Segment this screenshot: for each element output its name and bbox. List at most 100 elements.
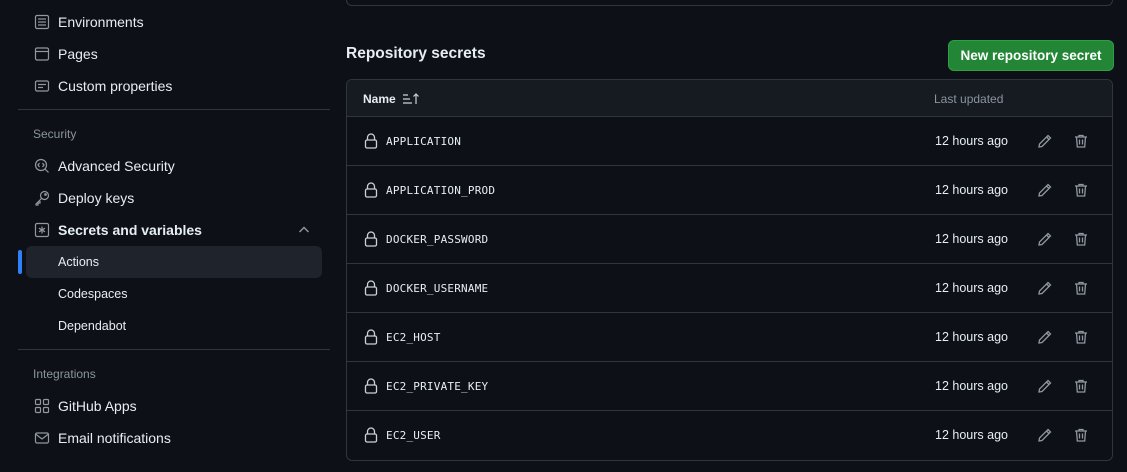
secret-last-updated: 12 hours ago [935,428,1008,442]
secret-name: EC2_HOST [386,331,441,344]
name-column-label: Name [363,92,396,106]
secret-last-updated: 12 hours ago [935,232,1008,246]
secret-last-updated: 12 hours ago [935,281,1008,295]
sidebar-subitem-codespaces[interactable]: Codespaces [26,278,322,310]
sidebar-item-label: Pages [58,46,98,62]
table-body: APPLICATION 12 hours ago APPLICATION_PROD 1… [347,117,1112,460]
delete-secret-button[interactable] [1071,425,1091,445]
sidebar-item-pages[interactable]: Pages [26,39,322,69]
sidebar-item-label: Environments [58,14,144,30]
sidebar-item-github-apps[interactable]: GitHub Apps [26,391,322,421]
edit-secret-button[interactable] [1035,131,1055,151]
trash-icon [1075,281,1087,295]
codescan-icon [34,158,50,174]
pencil-icon [1038,281,1052,295]
section-title-integrations: Integrations [33,367,96,381]
lock-icon [364,280,378,296]
lock-icon [364,182,378,198]
active-indicator [18,250,22,274]
secrets-table: Name Last updated APPLICATION 12 hours ag… [346,79,1113,461]
table-row: EC2_PRIVATE_KEY 12 hours ago [347,362,1112,411]
delete-secret-button[interactable] [1071,327,1091,347]
delete-secret-button[interactable] [1071,131,1091,151]
mail-icon [34,430,50,446]
section-heading: Repository secrets [346,45,486,62]
sidebar-item-secrets-and-variables[interactable]: Secrets and variables [26,215,322,245]
apps-icon [34,398,50,414]
sidebar-item-label: Secrets and variables [58,222,202,238]
sidebar-item-label: Custom properties [58,78,173,94]
edit-secret-button[interactable] [1035,229,1055,249]
secret-last-updated: 12 hours ago [935,379,1008,393]
delete-secret-button[interactable] [1071,278,1091,298]
pages-icon [34,46,50,62]
delete-secret-button[interactable] [1071,229,1091,249]
table-row: DOCKER_PASSWORD 12 hours ago [347,215,1112,264]
delete-secret-button[interactable] [1071,376,1091,396]
sidebar-item-email-notifications[interactable]: Email notifications [26,423,322,453]
secret-name: APPLICATION_PROD [386,184,496,197]
table-row: DOCKER_USERNAME 12 hours ago [347,264,1112,313]
table-row: APPLICATION_PROD 12 hours ago [347,166,1112,215]
table-header: Name Last updated [347,80,1112,117]
trash-icon [1075,134,1087,148]
lock-icon [364,378,378,394]
secret-last-updated: 12 hours ago [935,330,1008,344]
last-updated-column-header: Last updated [934,92,1004,106]
sidebar-subitem-label: Actions [58,255,99,269]
previous-section-box [346,0,1113,6]
name-column-header[interactable]: Name [363,92,420,106]
sidebar-subitem-dependabot[interactable]: Dependabot [26,310,322,342]
key-icon [34,190,50,206]
sidebar-item-label: GitHub Apps [58,398,137,414]
pencil-icon [1038,330,1052,344]
table-row: APPLICATION 12 hours ago [347,117,1112,166]
secret-name: EC2_PRIVATE_KEY [386,380,489,393]
sidebar-item-label: Deploy keys [58,190,135,206]
sidebar-divider [18,109,330,110]
edit-secret-button[interactable] [1035,180,1055,200]
secret-name: DOCKER_PASSWORD [386,233,489,246]
sidebar-item-advanced-security[interactable]: Advanced Security [26,151,322,181]
pencil-icon [1038,232,1052,246]
sidebar-item-deploy-keys[interactable]: Deploy keys [26,183,322,213]
pencil-icon [1038,379,1052,393]
pencil-icon [1038,428,1052,442]
trash-icon [1075,330,1087,344]
sidebar-subitem-label: Codespaces [58,287,128,301]
lock-icon [364,133,378,149]
custom-properties-icon [34,78,50,94]
sidebar-item-label: Email notifications [58,430,171,446]
secret-name: DOCKER_USERNAME [386,282,489,295]
sidebar-subitem-actions[interactable]: Actions [26,246,322,278]
edit-secret-button[interactable] [1035,278,1055,298]
secret-last-updated: 12 hours ago [935,134,1008,148]
settings-sidebar: Environments Pages Custom properties Sec… [18,0,330,472]
sidebar-item-label: Advanced Security [58,158,175,174]
asterisk-icon [34,222,50,238]
edit-secret-button[interactable] [1035,327,1055,347]
trash-icon [1075,379,1087,393]
lock-icon [364,427,378,443]
trash-icon [1075,232,1087,246]
chevron-up-icon[interactable] [296,222,312,238]
secret-last-updated: 12 hours ago [935,183,1008,197]
edit-secret-button[interactable] [1035,376,1055,396]
trash-icon [1075,183,1087,197]
secret-name: APPLICATION [386,135,462,148]
delete-secret-button[interactable] [1071,180,1091,200]
sidebar-item-environments[interactable]: Environments [26,7,322,37]
lock-icon [364,231,378,247]
sidebar-divider [18,349,330,350]
table-row: EC2_HOST 12 hours ago [347,313,1112,362]
lock-icon [364,329,378,345]
secret-name: EC2_USER [386,429,441,442]
environments-icon [34,14,50,30]
trash-icon [1075,428,1087,442]
pencil-icon [1038,183,1052,197]
sort-ascending-icon [402,93,419,104]
sidebar-subitem-label: Dependabot [58,319,127,333]
sidebar-item-custom-properties[interactable]: Custom properties [26,71,322,101]
new-repository-secret-button[interactable]: New repository secret [948,40,1114,71]
edit-secret-button[interactable] [1035,425,1055,445]
